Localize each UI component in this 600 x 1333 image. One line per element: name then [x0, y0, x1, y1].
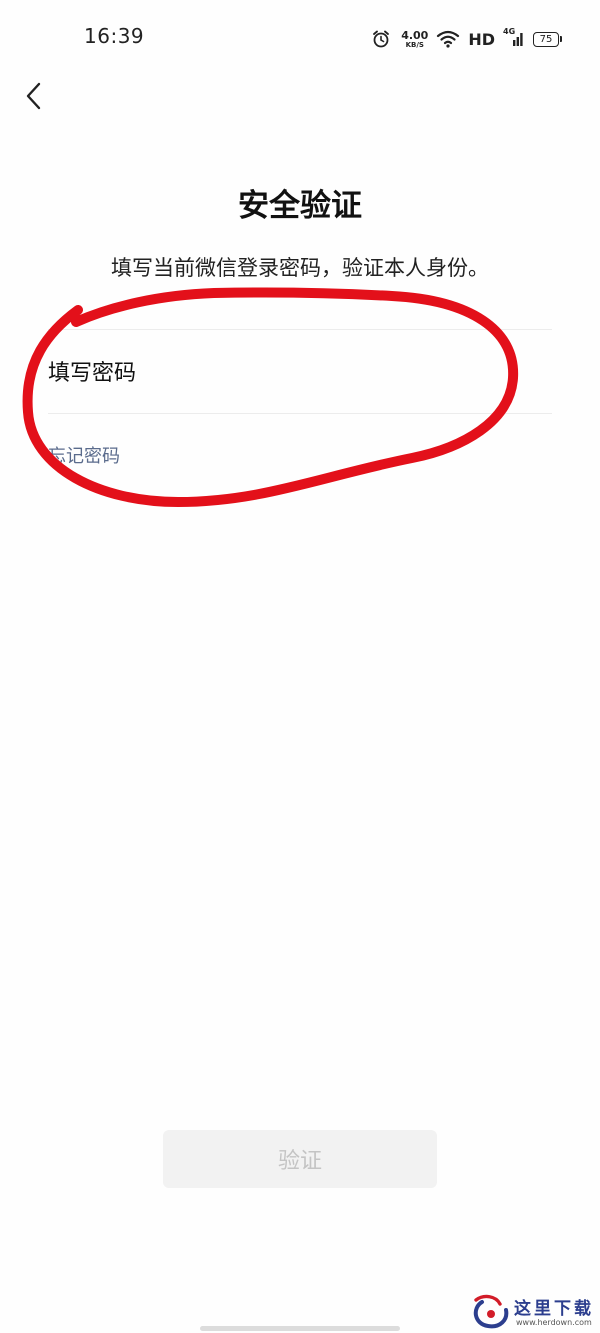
red-annotation-circle	[22, 287, 519, 507]
hd-label: HD	[468, 29, 495, 49]
battery-level: 75	[533, 31, 559, 47]
status-bar: 16:39 4.00 KB/S HD 4G 75	[0, 0, 600, 76]
forgot-password-link[interactable]: 忘记密码	[48, 442, 120, 468]
watermark-text: 这里下载	[514, 1299, 594, 1319]
battery-icon: 75	[533, 31, 562, 47]
verify-button[interactable]: 验证	[163, 1130, 437, 1188]
home-indicator[interactable]	[200, 1326, 400, 1331]
back-button[interactable]	[14, 74, 54, 118]
status-icons: 4.00 KB/S HD 4G 75	[371, 26, 562, 52]
alarm-icon	[371, 29, 391, 49]
watermark: 这里下载 www.herdown.com	[470, 1292, 596, 1332]
page-subtitle: 填写当前微信登录密码，验证本人身份。	[111, 256, 489, 280]
signal-icon: 4G	[503, 27, 525, 48]
network-speed: 4.00 KB/S	[401, 30, 428, 49]
divider-top	[48, 329, 552, 330]
page-title: 安全验证	[238, 188, 362, 224]
wifi-icon	[436, 29, 460, 49]
chevron-left-icon	[26, 82, 41, 110]
status-time: 16:39	[84, 24, 145, 48]
watermark-url: www.herdown.com	[516, 1318, 592, 1327]
network-speed-unit: KB/S	[405, 40, 424, 49]
network-speed-value: 4.00	[401, 28, 429, 42]
divider-bottom	[48, 413, 552, 414]
password-input[interactable]	[48, 346, 552, 400]
watermark-logo-icon	[473, 1294, 509, 1329]
